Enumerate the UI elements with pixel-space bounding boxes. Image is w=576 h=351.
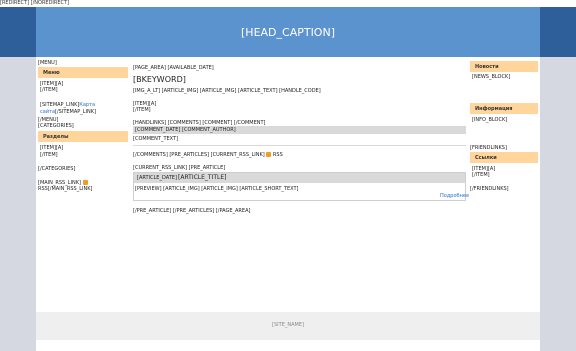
news-block: [NEWS_BLOCK] xyxy=(472,74,511,80)
article-date: [ARTICLE_DATE] xyxy=(137,175,177,181)
info-block: [INFO_BLOCK] xyxy=(472,117,508,123)
menu-tag: [MENU] xyxy=(38,60,57,66)
category-item-close: [/ITEM] xyxy=(40,152,58,158)
sitemap-line: [SITEMAP_LINK]Карта xyxy=(40,102,95,108)
left-strip xyxy=(0,57,36,351)
page-area-tag: [PAGE_AREA] [AVAILABLE_DATE] xyxy=(133,65,214,71)
redirect-tag: [REDIRECT] [/NOREDIRECT] xyxy=(0,0,70,6)
rss-icon[interactable] xyxy=(82,180,88,185)
sitemap-link-2[interactable]: сайта xyxy=(40,109,55,115)
rss-label[interactable]: RSS xyxy=(273,152,283,158)
sitemap-link[interactable]: Карта xyxy=(79,102,95,108)
sitemap-open-tag: [SITEMAP_LINK] xyxy=(40,102,80,108)
divider xyxy=(133,145,466,146)
categories-tag: [CATEGORIES] xyxy=(38,123,74,129)
menu-title: Меню xyxy=(43,69,60,76)
sitemap-close-tag: [/SITEMAP_LINK] xyxy=(55,109,97,115)
current-rss-tag: [CURRENT_RSS_LINK] [PRE_ARTICLE] xyxy=(133,165,226,171)
head-caption: [HEAD_CAPTION] xyxy=(241,25,335,39)
comments-rss-line: [/COMMENTS] [PRE_ARTICLES] [CURRENT_RSS_… xyxy=(133,152,283,158)
comment-date-author: [COMMENT_DATE] [COMMENT_AUTHOR] xyxy=(135,127,236,133)
category-item[interactable]: [ITEM][A] xyxy=(40,145,63,151)
sections-header: Разделы xyxy=(38,131,128,142)
sections-title: Разделы xyxy=(43,133,69,140)
main-rss-close: RSS[/MAIN_RSS_LINK] xyxy=(38,186,93,192)
keyword-heading: [BKEYWORD] xyxy=(133,75,186,84)
friendlinks-close: [/FRIENDLINKS] xyxy=(470,186,509,192)
pre-article-close: [/PRE_ARTICLE] [/PRE_ARTICLES] [/PAGE_AR… xyxy=(133,208,251,214)
site-name: [SITE_NAME] xyxy=(272,322,304,328)
links-header: Ссылки xyxy=(470,152,538,163)
categories-close-tag: [/CATEGORIES] xyxy=(38,166,76,172)
link-item-close: [/ITEM] xyxy=(472,172,490,178)
page-body xyxy=(36,57,540,351)
menu-header: Меню xyxy=(38,67,128,78)
comments-rss-tag: [/COMMENTS] [PRE_ARTICLES] [CURRENT_RSS_… xyxy=(133,152,265,158)
center-item-close: [/ITEM] xyxy=(133,107,151,113)
menu-item-close: [/ITEM] xyxy=(40,87,58,93)
right-strip xyxy=(540,57,576,351)
friendlinks-tag: [FRIENDLINKS] xyxy=(470,145,507,151)
news-title: Новости xyxy=(475,63,499,70)
sitemap-line-2: сайта[/SITEMAP_LINK] xyxy=(40,109,96,115)
article-short-text: [PREVIEW] [ARTICLE_IMG] [ARTICLE_IMG] [A… xyxy=(135,186,299,192)
info-header: Информация xyxy=(470,103,538,114)
comment-text: [COMMENT_TEXT] xyxy=(133,136,179,142)
info-title: Информация xyxy=(475,105,513,112)
more-link[interactable]: Подробнее xyxy=(440,193,469,199)
news-header: Новости xyxy=(470,61,538,72)
header-right-strip xyxy=(540,7,576,57)
article-title[interactable]: [ARTICLE_TITLE] xyxy=(178,174,227,182)
header-left-strip xyxy=(0,7,36,57)
links-line: [IMG_A_LT] [ARTICLE_IMG] [ARTICLE_IMG] [… xyxy=(133,88,321,94)
links-title: Ссылки xyxy=(475,154,497,161)
rss-icon[interactable] xyxy=(266,152,272,157)
